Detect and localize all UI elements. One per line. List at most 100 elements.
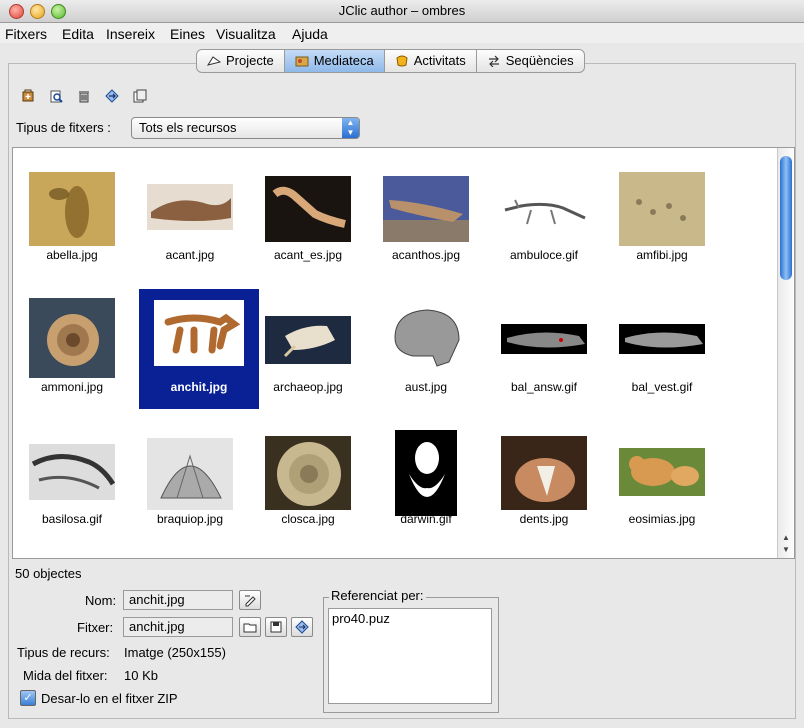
media-thumbnail (147, 184, 233, 230)
media-item[interactable]: abella.jpg (13, 158, 131, 276)
mediateca-icon (295, 56, 309, 67)
tab-activitats[interactable]: Activitats (385, 50, 477, 72)
delete-icon (79, 91, 89, 103)
media-thumbnail (147, 438, 233, 510)
scroll-up-button[interactable]: ▲ (778, 532, 794, 544)
save-icon (270, 621, 282, 633)
add-media-icon (22, 89, 34, 102)
menu-bar: Fitxers Edita Insereix Eines Visualitza … (0, 23, 804, 43)
file-field[interactable]: anchit.jpg (123, 617, 233, 637)
media-thumbnail (501, 436, 587, 510)
save-file-button[interactable] (265, 617, 287, 637)
menu-ajuda[interactable]: Ajuda (292, 26, 328, 42)
tab-sequencies-label: Seqüències (505, 53, 574, 68)
media-item-selected[interactable]: anchit.jpg (139, 289, 259, 409)
media-item[interactable]: dents.jpg (485, 422, 603, 540)
save-in-zip-checkbox[interactable]: ✓ (20, 690, 36, 706)
media-item[interactable]: ammoni.jpg (13, 290, 131, 408)
media-item[interactable]: acant.jpg (131, 158, 249, 276)
media-item[interactable]: acant_es.jpg (249, 158, 367, 276)
media-filename: amfibi.jpg (636, 248, 688, 262)
resource-type-label: Tipus de recurs: (17, 645, 110, 660)
delete-media-button[interactable] (74, 86, 94, 106)
menu-edita[interactable]: Edita (62, 26, 94, 42)
media-thumbnail (29, 444, 115, 500)
tab-sequencies[interactable]: Seqüències (477, 50, 584, 72)
update-icon (295, 620, 309, 634)
name-field[interactable]: anchit.jpg (123, 590, 233, 610)
title-bar: JClic author – ombres (0, 0, 804, 23)
file-type-value: Tots els recursos (139, 120, 237, 135)
media-thumbnail (619, 448, 705, 496)
media-filename: basilosa.gif (41, 512, 103, 526)
media-filename: ambuloce.gif (509, 248, 579, 262)
browse-file-button[interactable] (239, 617, 261, 637)
list-item[interactable]: pro40.puz (332, 611, 488, 626)
copy-media-button[interactable] (130, 86, 150, 106)
project-icon (207, 56, 221, 66)
media-item[interactable]: eosimias.jpg (603, 422, 721, 540)
media-filename: braquiop.jpg (156, 512, 224, 526)
menu-visualitza[interactable]: Visualitza (216, 26, 276, 42)
menu-eines[interactable]: Eines (170, 26, 205, 42)
scrollbar-thumb[interactable] (780, 156, 792, 280)
media-thumbnail (154, 300, 244, 366)
media-item[interactable]: bal_answ.gif (485, 290, 603, 408)
media-thumbnail (265, 176, 351, 242)
update-file-button[interactable] (291, 617, 313, 637)
tab-mediateca[interactable]: Mediateca (284, 50, 385, 72)
tab-bar: Projecte Mediateca Activitats Seqüències (196, 49, 585, 73)
add-media-button[interactable] (18, 86, 38, 106)
media-thumbnail (619, 172, 705, 246)
menu-fitxers[interactable]: Fitxers (5, 26, 47, 42)
media-filename: dents.jpg (519, 512, 569, 526)
file-label: Fitxer: (77, 620, 114, 635)
media-item[interactable]: amfibi.jpg (603, 158, 721, 276)
media-filename: acant_es.jpg (273, 248, 343, 262)
media-item[interactable]: acanthos.jpg (367, 158, 485, 276)
media-thumbnail (265, 316, 351, 364)
edit-icon (245, 595, 256, 607)
tab-mediateca-label: Mediateca (313, 53, 374, 68)
media-filename: closca.jpg (281, 512, 335, 526)
media-filename: bal_answ.gif (510, 380, 578, 394)
save-in-zip-label: Desar-lo en el fitxer ZIP (41, 691, 178, 706)
media-thumbnail (265, 436, 351, 510)
media-filename: bal_vest.gif (631, 380, 693, 394)
referenced-by-list[interactable]: pro40.puz (328, 608, 492, 704)
preview-media-button[interactable] (46, 86, 66, 106)
referenced-by-group: Referenciat per: pro40.puz (323, 588, 499, 713)
media-filename: acanthos.jpg (391, 248, 461, 262)
window-title: JClic author – ombres (338, 3, 466, 18)
update-media-button[interactable] (102, 86, 122, 106)
media-thumbnail (383, 304, 469, 376)
file-type-select[interactable]: Tots els recursos ▲ ▼ (131, 117, 360, 139)
tab-projecte[interactable]: Projecte (197, 50, 285, 72)
folder-icon (243, 623, 257, 633)
media-item[interactable]: basilosa.gif (13, 422, 131, 540)
rename-button[interactable] (239, 590, 261, 610)
media-filename: darwin.gif (400, 512, 452, 526)
media-item[interactable]: closca.jpg (249, 422, 367, 540)
file-size-value: 10 Kb (124, 668, 158, 683)
media-item[interactable]: aust.jpg (367, 290, 485, 408)
media-filename: aust.jpg (404, 380, 448, 394)
media-item[interactable]: archaeop.jpg (249, 290, 367, 408)
media-item[interactable]: braquiop.jpg (131, 422, 249, 540)
media-grid: abella.jpg acant.jpg acant_es.jpg acanth… (12, 147, 795, 559)
menu-insereix[interactable]: Insereix (106, 26, 155, 42)
media-item[interactable]: ambuloce.gif (485, 158, 603, 276)
tab-activitats-label: Activitats (413, 53, 466, 68)
media-thumbnail (501, 194, 587, 228)
copy-icon (133, 89, 147, 103)
vertical-scrollbar[interactable]: ▲ ▼ (777, 148, 794, 558)
select-arrows-icon: ▲ ▼ (342, 118, 359, 138)
file-size-label: Mida del fitxer: (23, 668, 108, 683)
media-item[interactable]: bal_vest.gif (603, 290, 721, 408)
activities-icon (396, 55, 408, 67)
media-thumbnail (29, 172, 115, 246)
tab-projecte-label: Projecte (226, 53, 274, 68)
media-filename: acant.jpg (165, 248, 215, 262)
media-item[interactable]: darwin.gif (367, 422, 485, 540)
scroll-down-button[interactable]: ▼ (778, 544, 794, 556)
